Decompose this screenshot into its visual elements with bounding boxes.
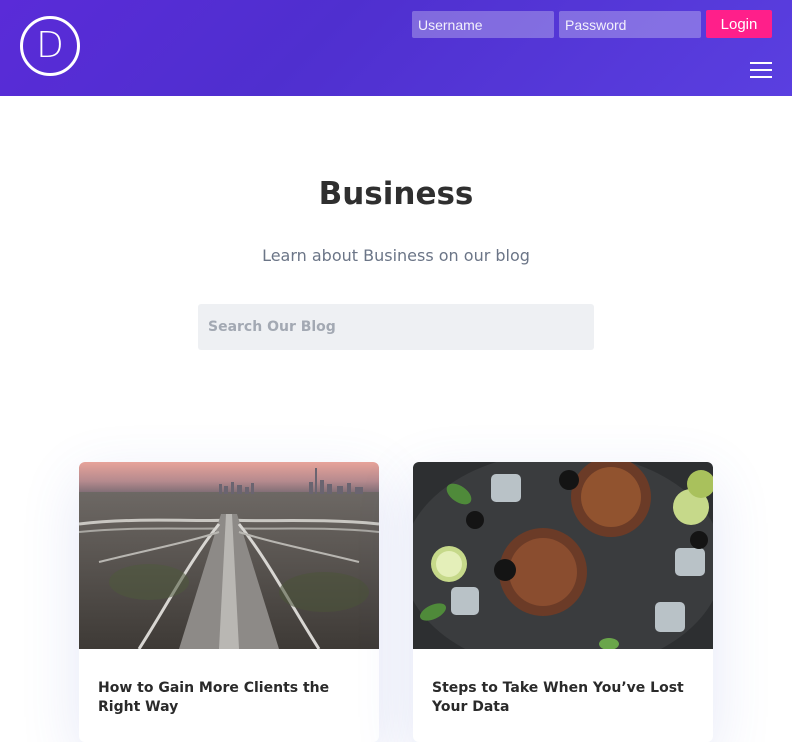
logo-letter: D bbox=[36, 25, 64, 66]
drinks-ice-berries-photo[interactable] bbox=[413, 462, 713, 649]
blog-post-card[interactable]: How to Gain More Clients the Right Way bbox=[79, 462, 379, 742]
highway-city-skyline-photo[interactable] bbox=[79, 462, 379, 649]
search-input[interactable] bbox=[198, 304, 594, 350]
page-title: Business bbox=[318, 176, 474, 212]
post-title[interactable]: Steps to Take When You’ve Lost Your Data bbox=[432, 679, 694, 717]
login-button[interactable]: Login bbox=[706, 10, 772, 38]
username-field[interactable] bbox=[412, 11, 554, 38]
post-title[interactable]: How to Gain More Clients the Right Way bbox=[98, 679, 360, 717]
site-header: D Login bbox=[0, 0, 792, 96]
page-subtitle: Learn about Business on our blog bbox=[262, 246, 530, 265]
logo[interactable]: D bbox=[20, 16, 80, 76]
blog-post-card[interactable]: Steps to Take When You’ve Lost Your Data bbox=[413, 462, 713, 742]
hamburger-menu-icon[interactable] bbox=[750, 62, 772, 78]
password-field[interactable] bbox=[559, 11, 701, 38]
